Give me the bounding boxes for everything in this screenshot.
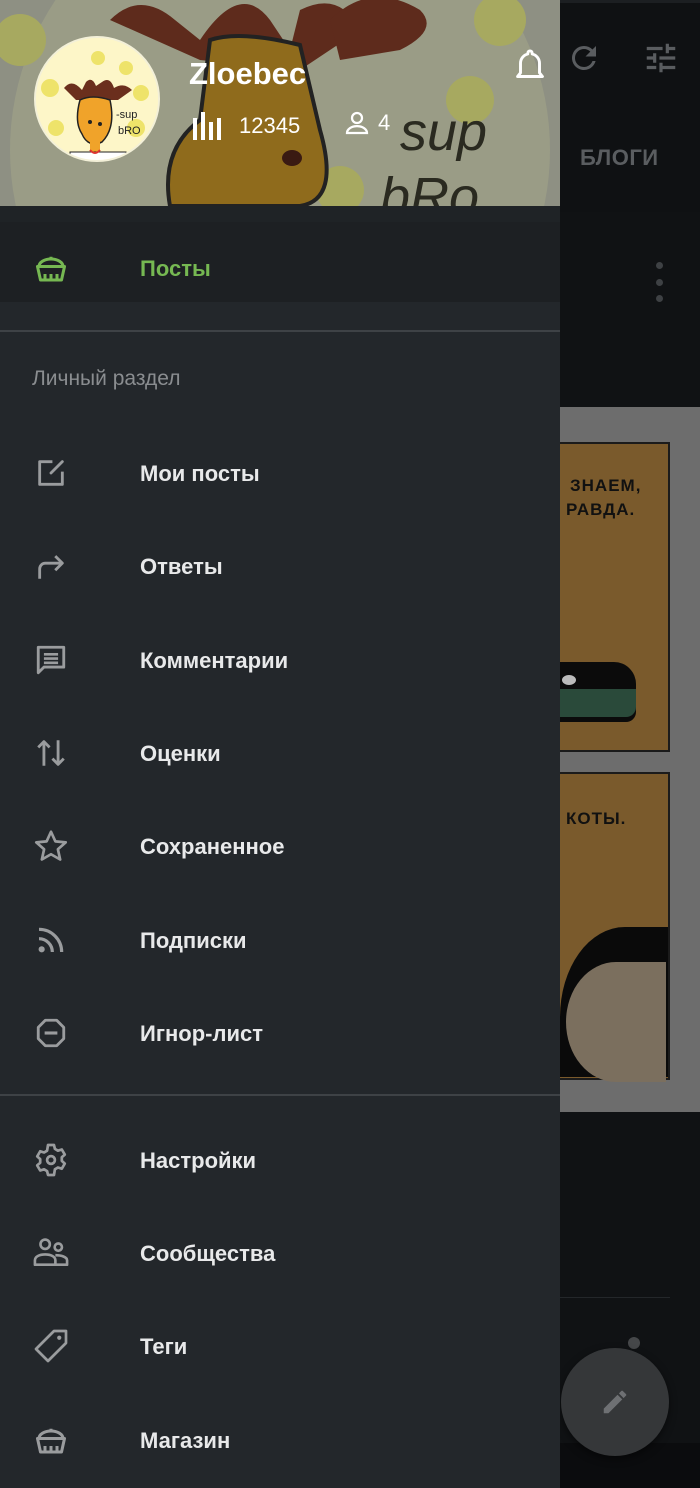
menu-item-communities[interactable]: Сообщества (0, 1213, 560, 1293)
menu-item-saved[interactable]: Сохраненное (0, 806, 560, 886)
comic-person-face (566, 962, 666, 1082)
username: Zloebec (189, 56, 307, 91)
svg-text:sup: sup (400, 102, 487, 162)
menu-item-label: Комментарии (140, 648, 289, 673)
comic-creature-base (560, 689, 636, 717)
svg-text:bRO: bRO (118, 125, 141, 137)
post-image[interactable]: ЗНАЕМ, РАВДА. КОТЫ. (560, 407, 700, 1112)
menu-item-comments[interactable]: Комментарии (0, 620, 560, 700)
divider (0, 330, 560, 332)
bell-icon[interactable] (512, 48, 548, 86)
menu-item-label: Сообщества (140, 1241, 276, 1266)
menu-item-label: Теги (140, 1334, 188, 1359)
menu-item-my-posts[interactable]: Мои посты (0, 433, 560, 513)
block-icon (32, 1014, 70, 1052)
menu-item-label: Сохраненное (140, 834, 285, 859)
menu-item-tags[interactable]: Теги (0, 1306, 560, 1386)
fab-handle (628, 1337, 640, 1349)
tab-blogs[interactable]: БЛОГИ (580, 145, 659, 171)
menu-item-label: Магазин (140, 1428, 231, 1453)
shop-icon (32, 1421, 70, 1459)
subscribers-value: 4 (378, 110, 391, 135)
navigation-drawer: sup bRo -sup bRO Zloebec 12345 4 Посты Л… (0, 0, 560, 1488)
menu-item-ignore-list[interactable]: Игнор-лист (0, 993, 560, 1073)
menu-item-label: Оценки (140, 741, 221, 766)
profile-header[interactable]: sup bRo -sup bRO Zloebec 12345 4 (0, 0, 560, 206)
star-icon (32, 827, 70, 865)
comic-text: КОТЫ. (566, 809, 627, 828)
section-header-personal: Личный раздел (32, 367, 181, 390)
rss-icon (32, 921, 70, 959)
comic-text: ЗНАЕМ, РАВДА. (566, 476, 642, 519)
menu-item-label: Игнор-лист (140, 1021, 263, 1046)
subscribers-stat[interactable]: 4 (342, 108, 390, 138)
menu-item-shop[interactable]: Магазин (0, 1400, 560, 1480)
reply-arrow-icon (32, 547, 70, 585)
menu-item-replies[interactable]: Ответы (0, 526, 560, 606)
menu-item-settings[interactable]: Настройки (0, 1120, 560, 1200)
menu-item-label: Настройки (140, 1148, 257, 1173)
more-options-icon[interactable] (650, 262, 668, 302)
svg-text:bRo: bRo (380, 167, 479, 206)
person-icon (345, 111, 369, 135)
menu-item-subscriptions[interactable]: Подписки (0, 900, 560, 980)
screen: БЛОГИ ЗНАЕМ, РАВДА. КОТЫ. sup bRo -sup b… (0, 0, 700, 1488)
edit-square-icon (32, 454, 70, 492)
menu-item-label: Посты (140, 256, 211, 281)
menu-item-ratings[interactable]: Оценки (0, 713, 560, 793)
create-post-button[interactable] (561, 1348, 669, 1456)
avatar[interactable]: -sup bRO (34, 36, 160, 162)
tune-icon[interactable] (638, 36, 684, 80)
pencil-icon (603, 1390, 627, 1414)
menu-item-posts[interactable]: Посты (0, 222, 560, 302)
header-separator (0, 206, 560, 222)
group-icon (32, 1234, 70, 1272)
rating-stat: 12345 (193, 112, 300, 140)
comment-icon (32, 641, 70, 679)
rating-bars-icon (193, 112, 221, 140)
tag-icon (32, 1327, 70, 1365)
divider (0, 1094, 560, 1096)
svg-text:-sup: -sup (116, 109, 137, 121)
menu-item-label: Мои посты (140, 461, 260, 486)
menu-item-label: Ответы (140, 554, 223, 579)
rating-value: 12345 (239, 113, 301, 138)
menu-item-label: Подписки (140, 928, 247, 953)
refresh-icon[interactable] (562, 36, 606, 80)
divider (560, 1297, 670, 1298)
basket-icon (32, 249, 70, 287)
swap-vertical-icon (32, 734, 70, 772)
gear-icon (32, 1141, 70, 1179)
